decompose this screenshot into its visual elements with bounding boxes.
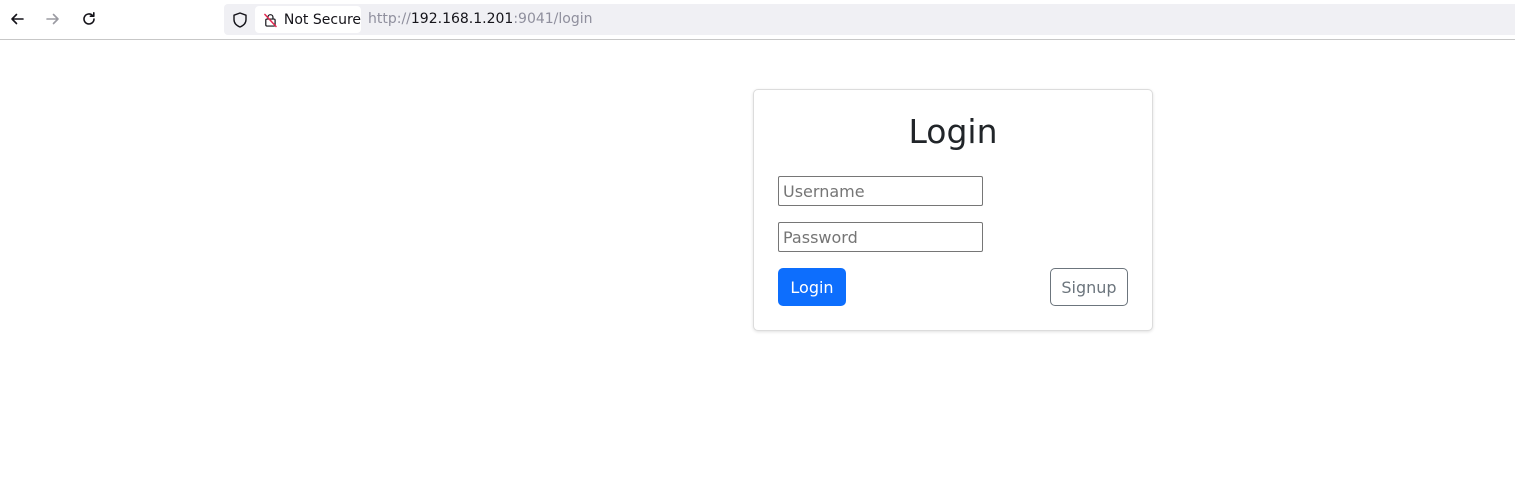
url-scheme: http:// bbox=[368, 11, 411, 27]
login-card: Login Login Signup bbox=[753, 89, 1153, 331]
address-bar[interactable]: Not Secure http://192.168.1.201:9041/log… bbox=[224, 4, 1515, 35]
forward-button[interactable] bbox=[40, 6, 66, 32]
username-input[interactable] bbox=[778, 176, 983, 206]
url-host: 192.168.1.201 bbox=[410, 11, 514, 27]
page-title: Login bbox=[908, 112, 998, 151]
login-button[interactable]: Login bbox=[778, 268, 846, 306]
arrow-left-icon bbox=[11, 13, 24, 25]
arrow-right-icon bbox=[46, 13, 59, 25]
security-label: Not Secure bbox=[283, 11, 361, 28]
reload-button[interactable] bbox=[76, 6, 102, 32]
shield-icon[interactable] bbox=[231, 11, 249, 29]
password-input[interactable] bbox=[778, 222, 983, 252]
insecure-lock-icon bbox=[264, 13, 277, 27]
browser-toolbar: Not Secure http://192.168.1.201:9041/log… bbox=[0, 0, 1515, 40]
security-indicator[interactable]: Not Secure bbox=[255, 6, 361, 33]
url-path: :9041/login bbox=[513, 11, 593, 27]
reload-icon bbox=[83, 12, 95, 25]
url-text[interactable]: http://192.168.1.201:9041/login bbox=[368, 11, 593, 27]
back-button[interactable] bbox=[4, 6, 30, 32]
signup-button[interactable]: Signup bbox=[1050, 268, 1128, 306]
